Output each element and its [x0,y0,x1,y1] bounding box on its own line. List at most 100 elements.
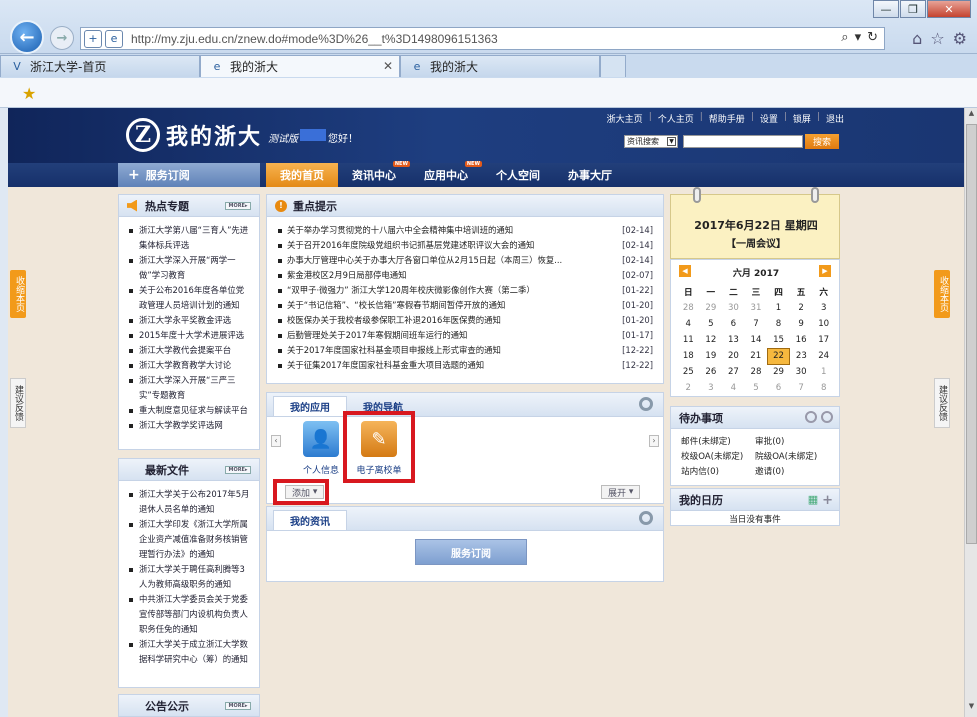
list-item[interactable]: 关于举办学习贯彻党的十八届六中全会精神集中培训班的通知 [02-14] [277,223,653,238]
address-url[interactable]: http://my.zju.edu.cn/znew.do#mode%3D%26_… [131,32,498,46]
calendar-day[interactable]: 27 [722,364,745,380]
more-button[interactable]: MORE▸ [225,702,251,710]
gear-icon[interactable] [805,411,817,423]
calendar-day[interactable]: 29 [700,300,723,316]
todo-school-oa[interactable]: 校级OA(未绑定) [681,450,755,462]
list-item[interactable]: 关于征集2017年度国家社科基金重大项目选题的通知 [12-22] [277,358,653,373]
close-window-button[interactable]: ✕ [927,0,971,18]
calendar-day[interactable]: 7 [745,316,768,332]
calendar-day[interactable]: 1 [767,300,790,316]
list-item[interactable]: 浙江大学印发《浙江大学所属企业资产减值准备财务核销管理暂行办法》的通知 [127,517,251,562]
calendar-day[interactable]: 29 [767,364,790,380]
list-item[interactable]: 关于2017年度国家社科基金项目申报线上形式审查的通知 [12-22] [277,343,653,358]
nav-item-personal-space[interactable]: 个人空间 [482,163,554,187]
forward-button[interactable]: → [50,26,74,50]
collapse-page-tab-right[interactable]: 收缩本页 [934,270,950,318]
next-month-button[interactable]: ▶ [819,265,831,277]
link-settings[interactable]: 设置 [760,112,778,125]
more-button[interactable]: MORE▸ [225,466,251,474]
list-item[interactable]: 重大制度意见征求与解读平台 [127,403,251,418]
scroll-right-button[interactable]: › [649,435,659,447]
calendar-day[interactable]: 20 [722,348,745,364]
scroll-down-icon[interactable]: ▼ [966,702,977,716]
calendar-day[interactable]: 8 [812,380,835,396]
list-item[interactable]: 浙江大学关于聘任高利腾等3人为教师高级职务的通知 [127,562,251,592]
new-tab-button[interactable] [600,55,626,77]
gear-icon[interactable] [639,511,653,525]
calendar-day[interactable]: 4 [722,380,745,396]
tab-my-news[interactable]: 我的资讯 [273,510,347,530]
calendar-day[interactable]: 31 [745,300,768,316]
restore-button[interactable]: ❐ [900,0,926,18]
calendar-day[interactable]: 30 [790,364,813,380]
list-item[interactable]: 浙江大学关于公布2017年5月退休人员名单的通知 [127,487,251,517]
link-personal-home[interactable]: 个人主页 [658,112,694,125]
app-label-e-departure[interactable]: 电子离校单 [349,463,409,476]
list-item[interactable]: 浙江大学深入开展“两学一做”学习教育 [127,253,251,283]
link-zju-home[interactable]: 浙大主页 [607,112,643,125]
calendar-day[interactable]: 18 [677,348,700,364]
close-tab-icon[interactable]: ✕ [383,59,393,73]
back-button[interactable]: ← [10,20,44,54]
calendar-day[interactable]: 8 [767,316,790,332]
search-icon[interactable]: ⌕ [841,30,848,45]
calendar-day[interactable]: 5 [700,316,723,332]
list-item[interactable]: 浙江大学关于成立浙江大学数据科学研究中心（筹）的通知 [127,637,251,667]
favorites-star-icon[interactable]: ☆ [930,29,944,48]
calendar-day[interactable]: 2 [677,380,700,396]
scroll-thumb[interactable] [966,124,977,544]
calendar-day[interactable]: 19 [700,348,723,364]
site-logo[interactable]: Z 我的浙大 [126,118,262,152]
calendar-day[interactable]: 2 [790,300,813,316]
todo-approval[interactable]: 审批(0) [755,435,829,447]
tab-my-zju[interactable]: e 我的浙大 [400,55,600,77]
tab-my-zju-active[interactable]: e 我的浙大 ✕ [200,55,400,77]
calendar-day[interactable]: 1 [812,364,835,380]
scroll-left-button[interactable]: ‹ [271,435,281,447]
calendar-day[interactable]: 11 [677,332,700,348]
calendar-day[interactable]: 16 [790,332,813,348]
calendar-day[interactable]: 7 [790,380,813,396]
shield-icon[interactable]: + [84,29,102,48]
list-item[interactable]: 浙江大学教代会提案平台 [127,343,251,358]
calendar-day[interactable]: 25 [677,364,700,380]
calendar-day[interactable]: 3 [812,300,835,316]
list-item[interactable]: 后勤管理处关于2017年寒假期间班车运行的通知 [01-17] [277,328,653,343]
weekly-meeting-link[interactable]: 【一周会议】 [671,235,841,250]
dropdown-icon[interactable]: ▾ [855,30,862,45]
more-button[interactable]: MORE▸ [225,202,251,210]
link-lock-screen[interactable]: 锁屏 [793,112,811,125]
list-item[interactable]: 2015年度十大学术进展评选 [127,328,251,343]
app-label-personal-info[interactable]: 个人信息 [291,463,351,476]
nav-item-news-center[interactable]: 资讯中心 NEW [338,161,410,187]
list-item[interactable]: 中共浙江大学委员会关于党委宣传部等部门内设机构负责人职务任免的通知 [127,592,251,637]
service-subscribe-button[interactable]: 服务订阅 [415,539,527,565]
list-item[interactable]: 紫金港校区2月9日局部停电通知 [02-07] [277,268,653,283]
link-help[interactable]: 帮助手册 [709,112,745,125]
calendar-day[interactable]: 9 [790,316,813,332]
list-item[interactable]: 浙江大学深入开展“三严三实”专题教育 [127,373,251,403]
list-item[interactable]: “双甲子·微强力” 浙江大学120周年校庆微影像创作大赛（第二季） [01-22] [277,283,653,298]
calendar-day[interactable]: 24 [812,348,835,364]
refresh-icon[interactable]: ↻ [867,30,878,45]
service-subscribe-button[interactable]: + 服务订阅 [118,163,260,187]
calendar-add-icon[interactable]: ▦ [808,493,818,508]
scroll-up-icon[interactable]: ▲ [966,109,977,123]
feedback-tab-left[interactable]: 建议反馈 [10,378,26,428]
todo-site-messages[interactable]: 站内信(0) [681,465,755,477]
calendar-day[interactable]: 5 [745,380,768,396]
page-scrollbar[interactable]: ▲ ▼ [964,108,977,717]
list-item[interactable]: 浙江大学第八届“三育人”先进集体标兵评选 [127,223,251,253]
calendar-day[interactable]: 10 [812,316,835,332]
link-logout[interactable]: 退出 [826,112,844,125]
list-item[interactable]: 浙江大学永平奖教金评选 [127,313,251,328]
calendar-day[interactable]: 23 [790,348,813,364]
calendar-day[interactable]: 6 [722,316,745,332]
calendar-day[interactable]: 13 [722,332,745,348]
collapse-page-tab-left[interactable]: 收缩本页 [10,270,26,318]
list-item[interactable]: 关于公布2016年度各单位党政管理人员培训计划的通知 [127,283,251,313]
tab-zju-home[interactable]: V 浙江大学-首页 [0,55,200,77]
calendar-day-today[interactable]: 22 [766,347,791,365]
refresh-icon[interactable] [821,411,833,423]
add-app-button[interactable]: 添加 ▾ [285,485,325,499]
